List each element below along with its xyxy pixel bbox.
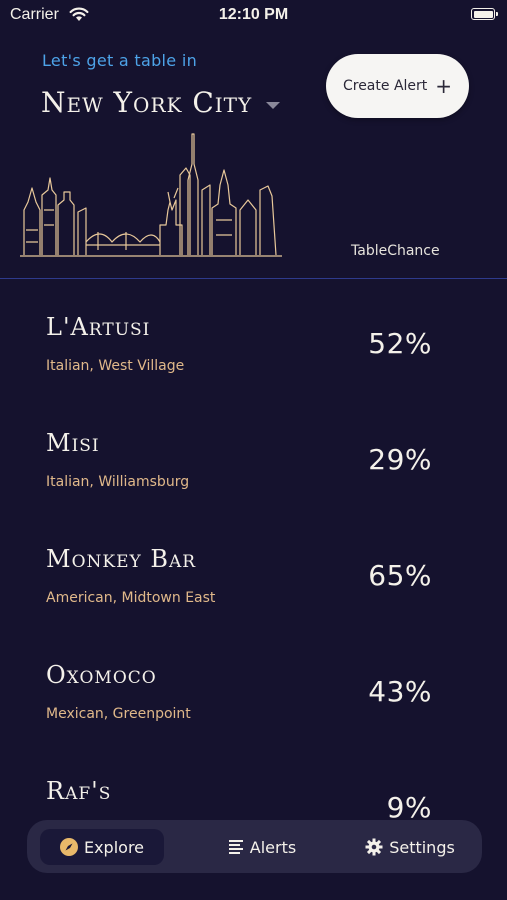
restaurant-name: Monkey Bar [46, 545, 197, 573]
gear-icon [365, 838, 383, 856]
tab-bar: Explore Alerts Settings [27, 820, 482, 873]
tab-alerts[interactable]: Alerts [207, 829, 317, 865]
tab-explore[interactable]: Explore [40, 829, 164, 865]
restaurant-details: Mexican, Greenpoint [46, 706, 191, 722]
create-alert-label: Create Alert [342, 78, 428, 94]
table-chance: 29% [368, 443, 432, 476]
restaurant-name: Oxomoco [46, 661, 157, 689]
list-item[interactable]: Oxomoco Mexican, Greenpoint 43% [0, 627, 507, 743]
table-chance: 43% [368, 675, 432, 708]
tab-settings[interactable]: Settings [355, 829, 465, 865]
skyline-illustration [20, 133, 282, 257]
city-selector[interactable]: New York City [41, 86, 281, 119]
table-chance: 52% [368, 327, 432, 360]
restaurant-details: Italian, West Village [46, 358, 185, 374]
status-bar: Carrier 12:10 PM [0, 0, 507, 30]
restaurant-name: L'Artusi [46, 313, 151, 341]
restaurant-details: American, Midtown East [46, 590, 216, 606]
chevron-down-icon [266, 102, 281, 109]
list-item[interactable]: Monkey Bar American, Midtown East 65% [0, 511, 507, 627]
list-item[interactable]: Misi Italian, Williamsburg 29% [0, 395, 507, 511]
column-label-tablechance: TableChance [351, 243, 440, 259]
tagline: Let's get a table in [42, 51, 198, 70]
city-name: New York City [41, 86, 253, 119]
table-chance: 65% [368, 559, 432, 592]
list-icon [228, 840, 243, 854]
tab-alerts-label: Alerts [249, 837, 297, 857]
tab-explore-label: Explore [83, 837, 145, 857]
restaurant-details: Italian, Williamsburg [46, 474, 190, 490]
create-alert-button[interactable]: Create Alert + [326, 54, 469, 118]
clock: 12:10 PM [218, 6, 289, 23]
tab-settings-label: Settings [389, 837, 455, 857]
restaurant-name: Misi [46, 429, 100, 457]
list-item[interactable]: L'Artusi Italian, West Village 52% [0, 279, 507, 395]
plus-icon: + [435, 74, 453, 98]
restaurant-name: Raf's [46, 777, 112, 805]
battery-icon [471, 8, 498, 20]
compass-icon [59, 838, 78, 856]
